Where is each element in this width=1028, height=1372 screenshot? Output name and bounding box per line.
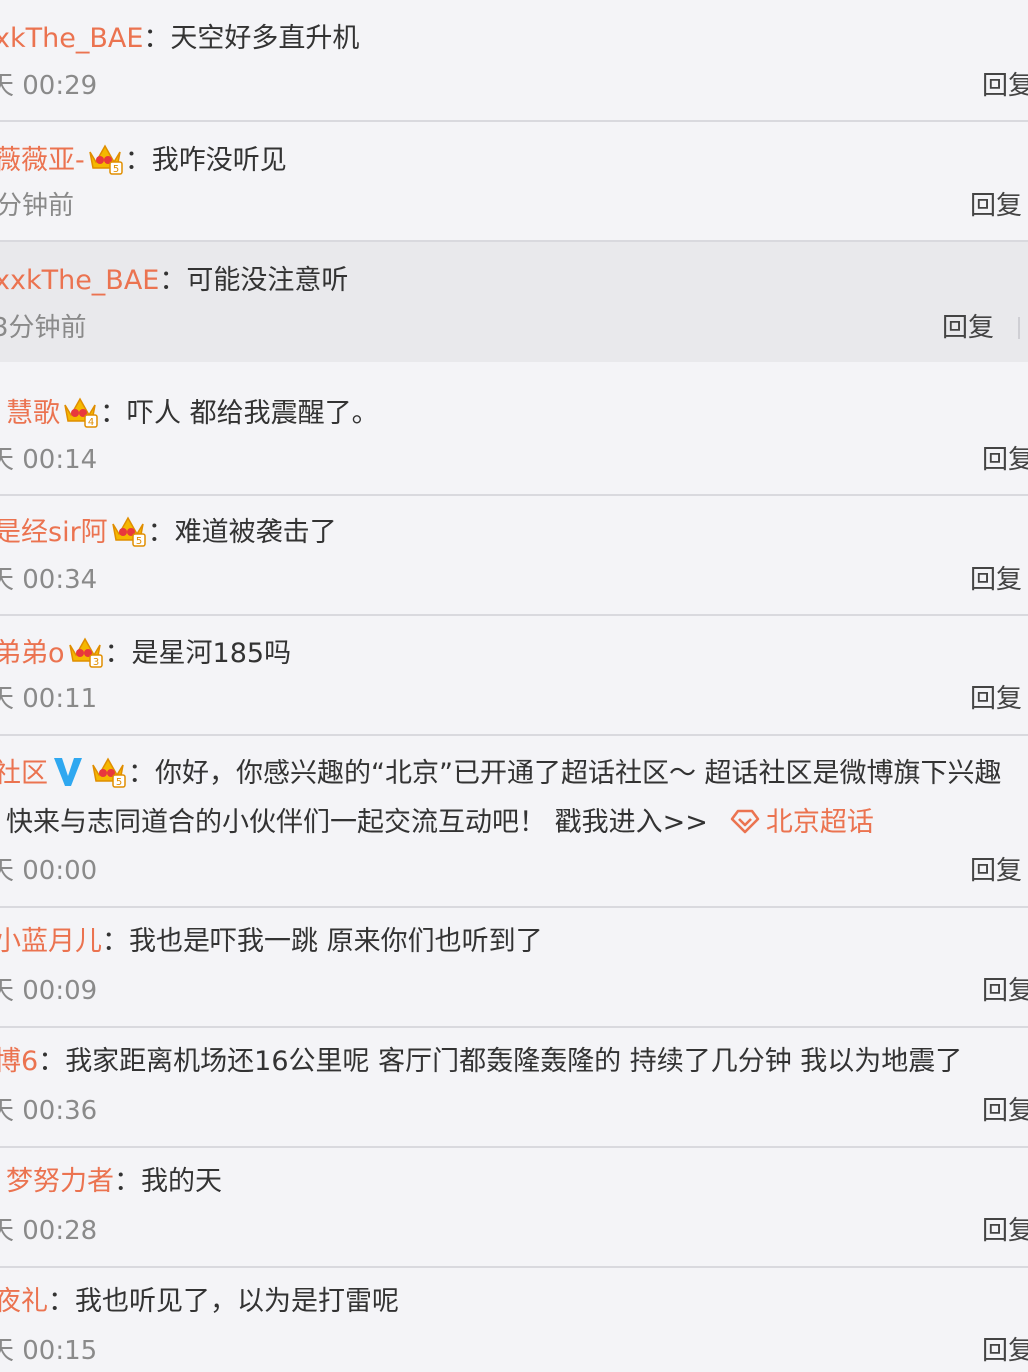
reply-button[interactable]: 回复 <box>970 564 1022 596</box>
comment-time: 天 00:34 <box>0 565 98 595</box>
comment-row[interactable]: 薇薇亚- 5 ：我咋没听见 分钟前 回复 <box>0 122 1028 242</box>
svg-text:4: 4 <box>88 417 94 428</box>
colon: ： <box>104 638 132 669</box>
comment-row[interactable]: 社区 5 ：你好，你感兴趣的“北京”已开通了超话社区～ 超话社区是微博旗下兴趣 … <box>0 736 1028 908</box>
reply-button[interactable]: 回复 <box>982 1335 1028 1367</box>
comment-time: 3分钟前 <box>0 313 87 343</box>
colon: ： <box>143 23 171 54</box>
comment-username[interactable]: xkThe_BAE <box>0 23 143 54</box>
reply-button[interactable]: 回复 <box>970 855 1022 887</box>
comment-username[interactable]: 薇薇亚- <box>0 145 85 176</box>
reply-button[interactable]: 回复 <box>970 683 1022 715</box>
comment-row[interactable]: 博6：我家距离机场还16公里呢 客厅门都轰隆轰隆的 持续了几分钟 我以为地震了 … <box>0 1028 1028 1148</box>
comment-time: 分钟前 <box>0 191 75 221</box>
colon: ： <box>100 398 127 429</box>
comment-text: 吓人 都给我震醒了。 <box>127 398 379 429</box>
comment-text: 难道被袭击了 <box>174 517 337 548</box>
comment-username[interactable]: 慧歌 <box>6 398 60 429</box>
comment-row[interactable]: 慧歌 4 ：吓人 都给我震醒了。 天 00:14 回复 <box>0 362 1028 496</box>
reply-button[interactable]: 回复 <box>982 975 1028 1007</box>
comment-text: 我的天 <box>141 1166 222 1197</box>
colon: ： <box>159 265 187 296</box>
divider <box>1018 317 1020 339</box>
comment-text: 我家距离机场还16公里呢 客厅门都轰隆轰隆的 持续了几分钟 我以为地震了 <box>65 1046 963 1077</box>
comment-username[interactable]: 社区 <box>0 758 48 789</box>
comment-row[interactable]: xkThe_BAE：天空好多直升机 天 00:29 回复 <box>0 0 1028 122</box>
crown-icon: 3 <box>67 634 103 668</box>
reply-button[interactable]: 回复 <box>982 1215 1028 1247</box>
comment-text: 天空好多直升机 <box>170 23 360 54</box>
comment-username[interactable]: 小蓝月儿 <box>0 926 102 957</box>
comment-text-continued: 快来与志同道合的小伙伴们一起交流互动吧！ 戳我进入>> <box>6 807 708 838</box>
comment-row[interactable]: 是经sir阿 5 ：难道被袭击了 天 00:34 回复 <box>0 496 1028 616</box>
comment-time: 天 00:28 <box>0 1216 98 1246</box>
comment-time: 天 00:14 <box>0 445 98 475</box>
comment-list: xkThe_BAE：天空好多直升机 天 00:29 回复 薇薇亚- 5 ：我咋没… <box>0 0 1028 1372</box>
svg-text:3: 3 <box>92 657 98 668</box>
verified-v-icon <box>52 754 84 788</box>
colon: ： <box>38 1046 66 1077</box>
comment-username[interactable]: xxkThe_BAE <box>0 265 159 296</box>
crown-icon: 4 <box>62 394 98 428</box>
comment-time: 天 00:15 <box>0 1336 98 1366</box>
reply-button[interactable]: 回复 <box>982 1095 1028 1127</box>
svg-text:5: 5 <box>116 777 122 788</box>
comment-text: 你好，你感兴趣的“北京”已开通了超话社区～ 超话社区是微博旗下兴趣 <box>155 758 1002 789</box>
reply-button[interactable]: 回复 <box>982 70 1028 102</box>
colon: ： <box>114 1166 141 1197</box>
svg-text:5: 5 <box>135 536 141 547</box>
reply-button[interactable]: 回复 <box>970 190 1022 222</box>
comment-text: 是星河185吗 <box>131 638 292 669</box>
colon: ： <box>128 758 155 789</box>
colon: ： <box>102 926 129 957</box>
comment-text: 我也听见了，以为是打雷呢 <box>75 1286 399 1317</box>
comment-username[interactable]: 梦努力者 <box>6 1166 114 1197</box>
colon: ： <box>124 145 152 176</box>
supertopic-link[interactable]: 北京超话 <box>730 807 874 838</box>
comment-time: 天 00:36 <box>0 1096 98 1126</box>
comment-time: 天 00:00 <box>0 856 98 886</box>
reply-button[interactable]: 回复 <box>982 444 1028 476</box>
comment-text: 我咋没听见 <box>151 145 287 176</box>
svg-text:5: 5 <box>113 164 119 175</box>
comment-username[interactable]: 博6 <box>0 1046 38 1077</box>
comment-time: 天 00:29 <box>0 71 98 101</box>
crown-icon: 5 <box>110 513 146 547</box>
comment-username[interactable]: 弟弟o <box>0 638 65 669</box>
comment-text: 我也是吓我一跳 原来你们也听到了 <box>129 926 543 957</box>
colon: ： <box>147 517 175 548</box>
crown-icon: 5 <box>87 141 123 175</box>
comment-row[interactable]: 梦努力者：我的天 天 00:28 回复 <box>0 1148 1028 1268</box>
comment-username[interactable]: 夜礼 <box>0 1286 48 1317</box>
crown-icon: 5 <box>90 754 126 788</box>
comment-row[interactable]: 夜礼：我也听见了，以为是打雷呢 天 00:15 回复 <box>0 1268 1028 1372</box>
comment-row[interactable]: xxkThe_BAE：可能没注意听 3分钟前 回复 <box>0 242 1028 362</box>
comment-text: 可能没注意听 <box>186 265 349 296</box>
reply-button[interactable]: 回复 <box>942 312 994 344</box>
comment-username[interactable]: 是经sir阿 <box>0 517 108 548</box>
comment-time: 天 00:11 <box>0 684 98 714</box>
comment-time: 天 00:09 <box>0 976 98 1006</box>
colon: ： <box>48 1286 75 1317</box>
supertopic-link-label[interactable]: 北京超话 <box>766 807 874 838</box>
comment-row[interactable]: 小蓝月儿：我也是吓我一跳 原来你们也听到了 天 00:09 回复 <box>0 908 1028 1028</box>
comment-row[interactable]: 弟弟o 3 ：是星河185吗 天 00:11 回复 <box>0 616 1028 736</box>
supertopic-icon <box>730 808 760 834</box>
